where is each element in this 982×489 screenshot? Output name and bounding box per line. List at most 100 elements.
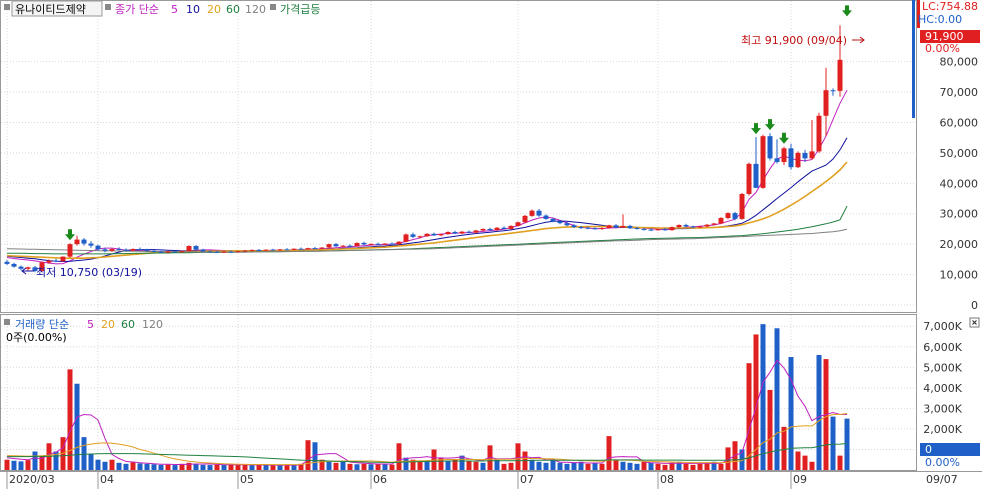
signal-label[interactable]: 가격급등 <box>280 3 320 16</box>
candle-body <box>235 251 241 253</box>
candle-body <box>228 251 234 253</box>
candle-body <box>53 260 59 262</box>
volume-bar <box>809 461 815 470</box>
volume-bar <box>81 437 87 470</box>
volume-tick-label: 6,000K <box>923 341 962 354</box>
volume-bar <box>207 465 213 470</box>
volume-bar <box>95 459 101 470</box>
volume-ma-label[interactable]: 거래량 단순 <box>15 318 69 331</box>
volume-bar <box>284 464 290 470</box>
candle <box>816 112 822 153</box>
candle-body <box>151 250 157 252</box>
candle-body <box>270 249 276 251</box>
candle-body <box>25 267 31 269</box>
candle <box>795 151 801 169</box>
legend-ma10[interactable]: 10 <box>186 3 200 16</box>
candle <box>60 256 66 262</box>
candle-body <box>375 243 381 245</box>
candle-body <box>438 234 444 236</box>
legend-vol-ma5[interactable]: 5 <box>87 318 94 331</box>
candle-body <box>592 228 598 230</box>
legend-ma120[interactable]: 120 <box>245 3 266 16</box>
price-tick-label: 50,000 <box>940 147 979 160</box>
legend-ma20[interactable]: 20 <box>207 3 221 16</box>
candle-body <box>305 248 311 250</box>
candle-body <box>67 244 73 257</box>
legend-vol-ma60[interactable]: 60 <box>121 318 135 331</box>
volume-bar <box>18 461 24 470</box>
legend-square-icon <box>4 4 10 10</box>
volume-bar <box>368 464 374 470</box>
price-tick-label: 30,000 <box>940 208 979 221</box>
candle <box>746 162 752 196</box>
lc-label: LC:754.88 <box>922 0 978 13</box>
legend-vol-ma120[interactable]: 120 <box>142 318 163 331</box>
volume-bar <box>263 465 269 470</box>
candle-body <box>823 90 829 116</box>
candle-body <box>809 151 815 159</box>
scroll-indicator[interactable] <box>912 0 915 118</box>
volume-bar <box>683 463 689 470</box>
volume-bar <box>88 453 94 470</box>
candle-body <box>137 249 143 251</box>
legend-square-icon <box>4 319 10 325</box>
volume-bar <box>291 465 297 470</box>
volume-bar <box>389 464 395 470</box>
volume-bar <box>200 464 206 470</box>
volume-bar <box>158 464 164 470</box>
volume-bar <box>592 462 598 470</box>
time-tick-label: 2020/03 <box>9 473 55 486</box>
candle-body <box>256 249 262 251</box>
volume-bar <box>648 462 654 470</box>
candle-body <box>221 251 227 253</box>
candle-body <box>704 224 710 227</box>
volume-bar <box>480 462 486 470</box>
candle-body <box>634 228 640 230</box>
candle-body <box>767 136 773 159</box>
legend-vol-ma20[interactable]: 20 <box>101 318 115 331</box>
candle-body <box>417 236 423 238</box>
price-tick-label: 40,000 <box>940 177 979 190</box>
candle-body <box>515 222 521 226</box>
volume-bar <box>718 463 724 470</box>
candle-body <box>466 231 472 233</box>
volume-bar <box>837 455 843 470</box>
candle-body <box>312 248 318 250</box>
time-tick-label: 08 <box>660 473 674 486</box>
candle <box>522 214 528 223</box>
legend-ma60[interactable]: 60 <box>226 3 240 16</box>
candle-body <box>830 90 836 92</box>
volume-bar <box>557 462 563 470</box>
candle-body <box>606 225 612 229</box>
candle-body <box>697 226 703 228</box>
candle-body <box>648 229 654 231</box>
legend-ma5[interactable]: 5 <box>171 3 178 16</box>
candle-body <box>788 148 794 168</box>
candle-body <box>333 244 339 247</box>
price-ma-label[interactable]: 종가 단순 <box>115 3 159 16</box>
volume-bar <box>151 464 157 470</box>
candle-body <box>529 210 535 216</box>
candle-body <box>585 227 591 229</box>
candle-body <box>627 225 633 229</box>
candle-body <box>550 218 556 222</box>
volume-bar <box>333 462 339 470</box>
volume-bar <box>256 464 262 470</box>
volume-bar <box>697 463 703 470</box>
candle-body <box>613 225 619 228</box>
price-tick-label: 20,000 <box>940 238 979 251</box>
candle <box>760 134 766 189</box>
stock-chart: 0 10,000 20,000 30,000 40,000 50,000 60,000 70,… <box>0 0 982 489</box>
candle <box>186 245 192 252</box>
volume-bar <box>634 463 640 470</box>
candle <box>326 243 332 249</box>
candle-body <box>102 249 108 251</box>
candle-body <box>802 152 808 159</box>
candle-body <box>571 225 577 228</box>
candle <box>767 133 773 161</box>
legend-square-icon <box>270 4 276 10</box>
price-tick-label: 70,000 <box>940 86 979 99</box>
candle-body <box>46 260 52 263</box>
candle-body <box>445 231 451 235</box>
candle-body <box>207 251 213 253</box>
